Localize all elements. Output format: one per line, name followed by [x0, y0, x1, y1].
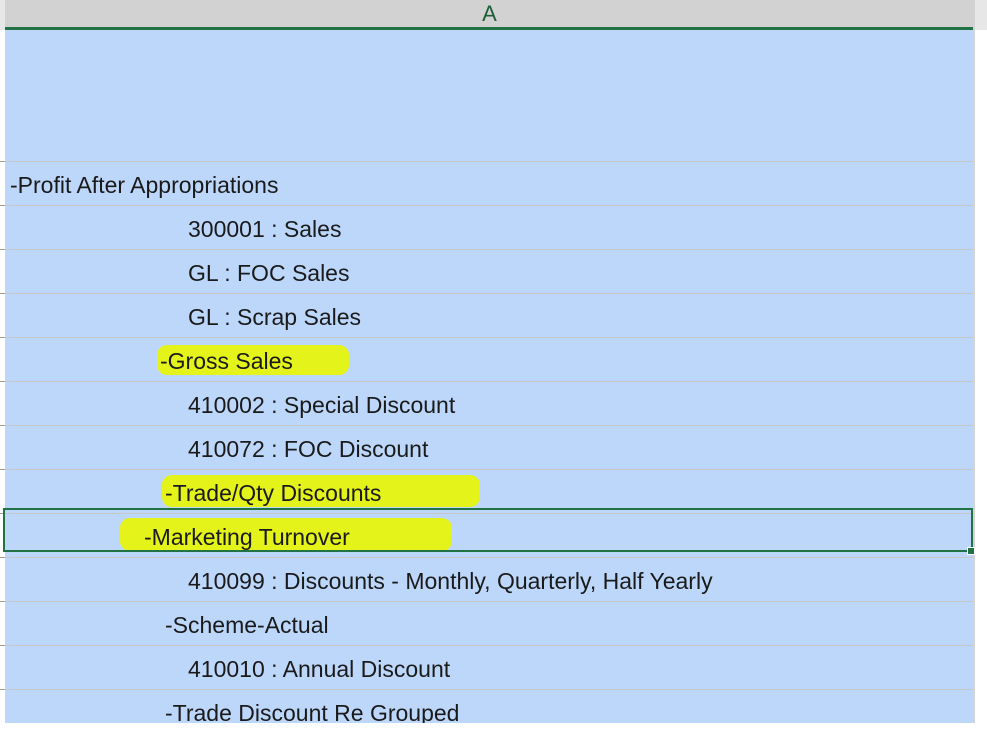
cell-text: -Scheme-Actual: [165, 612, 329, 638]
cell-text: 300001 : Sales: [188, 216, 342, 242]
cell-text: GL : FOC Sales: [188, 260, 350, 286]
cell-row[interactable]: 300001 : Sales: [5, 206, 973, 250]
cell-text: 410010 : Annual Discount: [188, 656, 451, 682]
column-b-area[interactable]: [975, 30, 987, 730]
cell-text: 410072 : FOC Discount: [188, 436, 429, 462]
cell-text: GL : Scrap Sales: [188, 304, 362, 330]
cell-text: -Gross Sales: [160, 348, 293, 374]
sheet-bottom-edge: [0, 723, 987, 730]
cell-row[interactable]: -Marketing Turnover: [5, 514, 973, 558]
spreadsheet-grid: A -Profit After Appropriations 300001 : …: [0, 0, 987, 730]
cell-row[interactable]: -Gross Sales: [5, 338, 973, 382]
cell-row[interactable]: GL : Scrap Sales: [5, 294, 973, 338]
cell-row[interactable]: -Trade/Qty Discounts: [5, 470, 973, 514]
cell-row[interactable]: GL : FOC Sales: [5, 250, 973, 294]
column-header-a[interactable]: A: [5, 0, 974, 30]
cell-text: -Trade/Qty Discounts: [165, 480, 382, 506]
cell-text: -Marketing Turnover: [144, 524, 350, 550]
cell-text: -Profit After Appropriations: [10, 172, 279, 198]
cell-row[interactable]: -Profit After Appropriations: [5, 162, 973, 206]
cell-row[interactable]: -Scheme-Actual: [5, 602, 973, 646]
cell-row[interactable]: 410072 : FOC Discount: [5, 426, 973, 470]
cell-row[interactable]: 410002 : Special Discount: [5, 382, 973, 426]
cell-text: 410002 : Special Discount: [188, 392, 456, 418]
fill-handle[interactable]: [967, 547, 975, 555]
cell-row[interactable]: 410010 : Annual Discount: [5, 646, 973, 690]
cell-a-blank[interactable]: [5, 30, 973, 162]
cell-row[interactable]: 410099 : Discounts - Monthly, Quarterly,…: [5, 558, 973, 602]
cell-text: 410099 : Discounts - Monthly, Quarterly,…: [188, 568, 713, 594]
